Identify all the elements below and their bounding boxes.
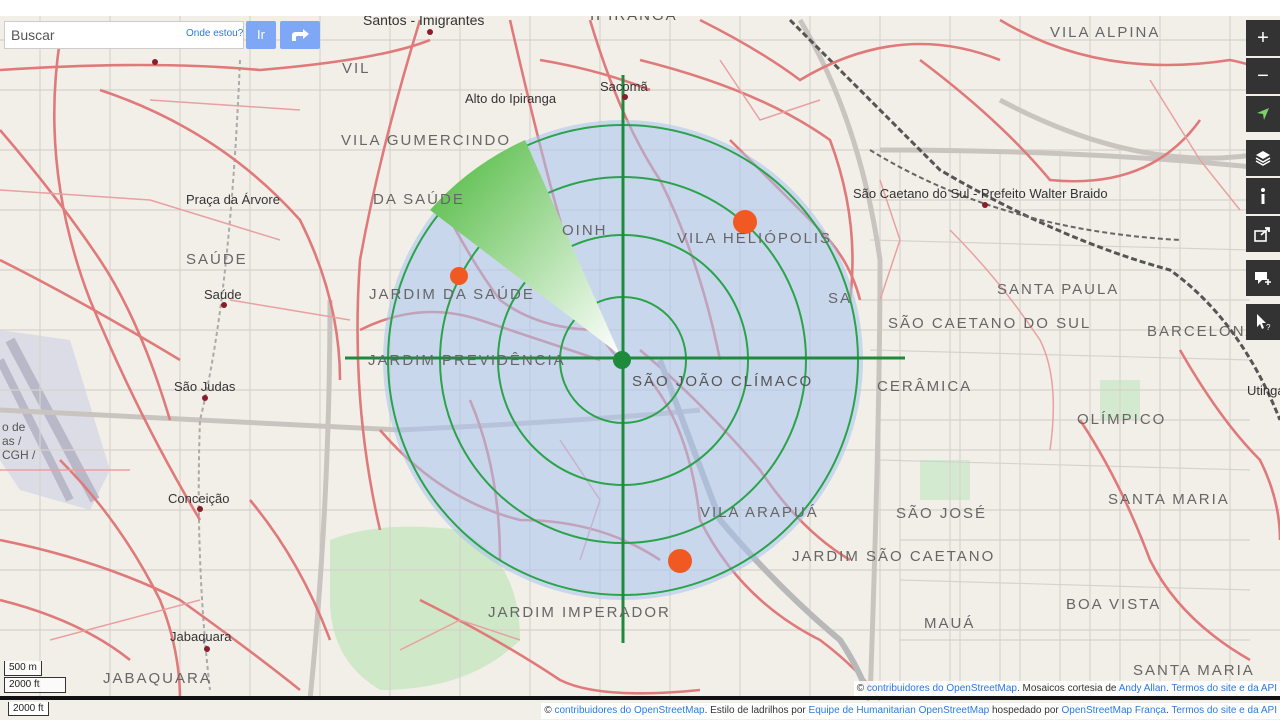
query-icon: ? — [1257, 314, 1271, 331]
scale-bar-metric: 500 m — [4, 661, 42, 676]
map-controls: + − ? — [1246, 20, 1280, 342]
terms-link[interactable]: Termos do site e da API — [1171, 705, 1277, 716]
info-button[interactable] — [1246, 178, 1280, 214]
add-note-button[interactable] — [1246, 260, 1280, 296]
place-label: Utinga — [1247, 383, 1280, 398]
map-attribution: © contribuidores do OpenStreetMap. Mosai… — [853, 681, 1280, 696]
place-label: BARCELONA — [1147, 323, 1258, 340]
attribution-text: . Mosaicos cortesia de — [1017, 683, 1119, 694]
place-label: VILA HELIÓPOLIS — [677, 230, 832, 247]
search-bar: Onde estou? Ir — [4, 20, 320, 50]
share-button[interactable] — [1246, 216, 1280, 252]
place-label: São Judas — [174, 379, 236, 394]
attribution-text: . Estilo de ladrilhos por — [704, 705, 809, 716]
place-label: JARDIM DA SAÚDE — [369, 286, 535, 303]
zoom-out-button[interactable]: − — [1246, 58, 1280, 94]
place-label: Praça da Árvore — [186, 192, 280, 207]
share-icon — [1254, 227, 1270, 242]
place-label: as / — [2, 434, 22, 448]
place-label: Saúde — [204, 287, 242, 302]
place-label: BOA VISTA — [1066, 596, 1161, 613]
place-label: JARDIM IMPERADOR — [488, 604, 671, 621]
place-label: SANTA MARIA — [1133, 662, 1255, 679]
where-am-i-link[interactable]: Onde estou? — [186, 28, 243, 39]
place-label: SANTA MARIA — [1108, 491, 1230, 508]
zoom-in-button[interactable]: + — [1246, 20, 1280, 56]
terms-link[interactable]: Termos do site e da API — [1171, 683, 1277, 694]
place-label: VILA ARAPUÁ — [700, 504, 819, 521]
radar-center-dot — [613, 351, 631, 369]
osm-contributors-link[interactable]: contribuidores do OpenStreetMap — [867, 683, 1017, 694]
attribution-text: hospedado por — [989, 705, 1062, 716]
place-label: Jabaquara — [170, 629, 232, 644]
info-icon — [1261, 188, 1265, 204]
author-link[interactable]: Andy Allan — [1119, 683, 1166, 694]
place-label: São Caetano do Sul - Prefeito Walter Bra… — [853, 186, 1108, 201]
place-label: OINH — [562, 222, 608, 239]
place-label: Alto do Ipiranga — [465, 91, 557, 106]
attribution-text: © — [544, 705, 555, 716]
place-label: VILA GUMERCINDO — [341, 132, 511, 149]
hot-team-link[interactable]: Equipe de Humanitarian OpenStreetMap — [809, 705, 990, 716]
go-button[interactable]: Ir — [246, 21, 276, 49]
place-label: DA SAÚDE — [373, 191, 465, 208]
place-label: Sacomã — [600, 79, 648, 94]
place-label: JARDIM PREVIDÊNCIA — [368, 352, 566, 369]
place-label: SÃO CAETANO DO SUL — [888, 315, 1091, 332]
place-label: o de — [2, 420, 26, 434]
layers-icon — [1255, 151, 1271, 166]
place-label: MAUÁ — [924, 615, 975, 632]
place-label: JARDIM SÃO CAETANO — [792, 548, 995, 565]
target-marker[interactable] — [450, 267, 468, 285]
attribution-text: © — [856, 683, 867, 694]
place-label: VIL — [342, 60, 371, 77]
place-label: SAÚDE — [186, 251, 248, 268]
browser-top-strip — [0, 0, 1280, 16]
park-area — [920, 460, 970, 500]
map-attribution-lower: © contribuidores do OpenStreetMap. Estil… — [541, 703, 1280, 719]
map-canvas[interactable]: Santos - Imigrantes IPIRANGA VILA ALPINA… — [0, 0, 1280, 720]
place-label: OLÍMPICO — [1077, 411, 1166, 428]
place-label: VILA ALPINA — [1050, 24, 1160, 41]
place-label: SÃO JOÃO CLÍMACO — [632, 373, 813, 390]
place-label: Conceição — [168, 491, 229, 506]
place-label: SANTA PAULA — [997, 281, 1119, 298]
place-label: JABAQUARA — [103, 670, 212, 687]
layers-button[interactable] — [1246, 140, 1280, 176]
note-icon — [1255, 272, 1271, 285]
query-features-button[interactable]: ? — [1246, 304, 1280, 340]
directions-button[interactable] — [280, 21, 320, 49]
directions-icon — [292, 29, 309, 41]
scale-bar-imperial: 2000 ft — [4, 677, 66, 693]
osm-france-link[interactable]: OpenStreetMap França — [1061, 705, 1166, 716]
locate-button[interactable] — [1246, 96, 1280, 132]
osm-contributors-link[interactable]: contribuidores do OpenStreetMap — [554, 705, 704, 716]
scale-bar-lower: 2000 ft — [8, 702, 49, 716]
place-label: CGH / — [2, 448, 36, 462]
place-label: SA — [828, 290, 852, 307]
locate-icon — [1257, 108, 1269, 120]
place-label: SÃO JOSÉ — [896, 505, 987, 522]
place-label: CERÂMICA — [877, 378, 972, 395]
svg-text:?: ? — [1266, 323, 1271, 331]
frame-divider — [0, 696, 1280, 700]
target-marker[interactable] — [668, 549, 692, 573]
